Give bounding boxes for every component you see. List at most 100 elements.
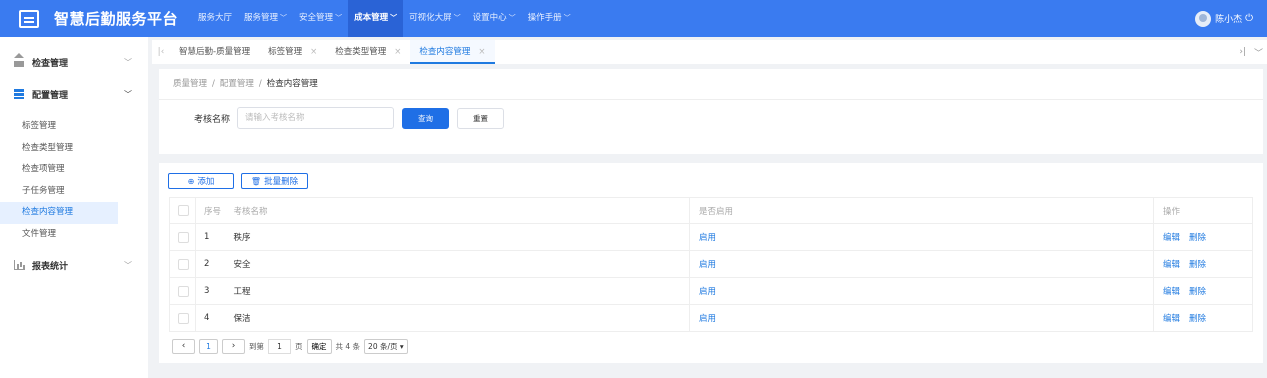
row-checkbox[interactable] <box>178 231 189 243</box>
toolbar: ⊕ 添加 🗑 批量删除 <box>168 173 308 189</box>
goto-page-input[interactable]: 1 <box>268 339 291 354</box>
sidebar-group-config[interactable]: 配置管理 ﹀ <box>0 78 148 110</box>
sidebar: 检查管理 ﹀ 配置管理 ﹀ 标签管理 检查类型管理 检查项管理 子任务管理 检查… <box>0 37 148 378</box>
goto-confirm-button[interactable]: 确定 <box>306 339 332 354</box>
nav-item-service-hall[interactable]: 服务大厅 <box>192 0 238 37</box>
user-name: 陈小杰 <box>1215 15 1243 25</box>
row-status[interactable]: 启用 <box>699 233 716 243</box>
nav-item-manual[interactable]: 操作手册 ﹀ <box>522 0 577 37</box>
close-icon[interactable]: × <box>310 47 317 57</box>
caret-down-icon: ▾ <box>399 342 404 351</box>
row-number: 2 <box>195 250 230 278</box>
edit-link[interactable]: 编辑 <box>1163 233 1180 243</box>
chevron-down-icon: ﹀ <box>453 14 461 22</box>
user-menu[interactable]: 陈小杰 ⏻ <box>1195 0 1253 37</box>
row-name: 保洁 <box>229 304 690 332</box>
search-input[interactable] <box>237 107 395 129</box>
chevron-down-icon: ﹀ <box>390 14 398 22</box>
table-row: 1 秩序 启用 编辑 删除 <box>169 223 1253 251</box>
nav-item-visual-screen[interactable]: 可视化大屏 ﹀ <box>403 0 467 37</box>
breadcrumb: 质量管理 / 配置管理 / 检查内容管理 <box>159 69 1263 100</box>
row-name: 安全 <box>229 250 690 278</box>
chevron-down-icon: ﹀ <box>508 14 516 22</box>
breadcrumb-item[interactable]: 质量管理 <box>173 79 207 89</box>
edit-link[interactable]: 编辑 <box>1163 260 1180 270</box>
delete-link[interactable]: 删除 <box>1189 233 1206 243</box>
nav-item-settings-center[interactable]: 设置中心 ﹀ <box>467 0 522 37</box>
sidebar-item-files[interactable]: 文件管理 <box>0 224 148 246</box>
search-label: 考核名称 <box>194 114 231 125</box>
next-page-button[interactable]: › <box>222 339 245 354</box>
row-number: 3 <box>195 277 230 305</box>
close-icon[interactable]: × <box>478 47 485 57</box>
select-all-checkbox[interactable] <box>178 205 189 216</box>
row-status[interactable]: 启用 <box>699 287 716 297</box>
row-number: 1 <box>195 223 230 251</box>
tab-strip: |‹ 智慧后勤-质量管理 标签管理 × 检查类型管理 × 检查内容管理 × ›| ﹀ <box>152 40 1267 64</box>
goto-suffix: 页 <box>295 342 303 351</box>
data-table: 序号 考核名称 是否启用 操作 1 秩序 启用 编辑 删除 2 安全 启用 编辑删… <box>169 197 1253 332</box>
column-header-actions: 操作 <box>1153 197 1253 224</box>
tab-inspection-content[interactable]: 检查内容管理 × <box>410 40 495 64</box>
tab-tags[interactable]: 标签管理 × <box>259 40 326 64</box>
row-checkbox[interactable] <box>178 258 189 270</box>
nav-item-safety-management[interactable]: 安全管理 ﹀ <box>293 0 348 37</box>
batch-delete-button[interactable]: 🗑 批量删除 <box>241 173 308 189</box>
search-panel: 质量管理/配置管理/检查内容管理 考核名称 查询 重置 <box>159 69 1263 154</box>
chevron-down-icon[interactable]: ﹀ <box>1254 46 1263 59</box>
query-button[interactable]: 查询 <box>402 107 450 129</box>
tab-inspection-types[interactable]: 检查类型管理 × <box>326 40 410 64</box>
row-checkbox[interactable] <box>178 285 189 297</box>
pagination: ‹ 1 › 到第 1 页 确定 共 4 条 20 条/页 ▾ <box>172 339 408 354</box>
table-header-row: 序号 考核名称 是否启用 操作 <box>169 197 1253 224</box>
nav-item-cost-management[interactable]: 成本管理 ﹀ <box>348 0 404 37</box>
table-row: 2 安全 启用 编辑 删除 <box>169 250 1253 278</box>
chevron-down-icon: ﹀ <box>124 89 132 99</box>
power-icon[interactable]: ⏻ <box>1245 13 1253 24</box>
sidebar-item-inspection-types[interactable]: 检查类型管理 <box>0 138 148 160</box>
column-header-name: 考核名称 <box>229 197 690 224</box>
delete-link[interactable]: 删除 <box>1189 314 1206 324</box>
row-checkbox[interactable] <box>178 312 189 324</box>
chevron-down-icon: ﹀ <box>124 57 132 67</box>
row-number: 4 <box>195 304 230 332</box>
column-header-enabled: 是否启用 <box>689 197 1154 224</box>
delete-link[interactable]: 删除 <box>1189 287 1206 297</box>
top-navbar: 智慧后勤服务平台 服务大厅 服务管理 ﹀ 安全管理 ﹀ 成本管理 ﹀ 可视化大屏 ﹀ 设… <box>0 0 1267 37</box>
trash-icon: 🗑 <box>250 176 262 186</box>
config-icon <box>14 89 24 99</box>
add-button[interactable]: ⊕ 添加 <box>168 173 234 189</box>
close-icon[interactable]: × <box>394 47 401 57</box>
chevron-down-icon: ﹀ <box>280 14 288 22</box>
breadcrumb-current: 检查内容管理 <box>266 79 318 89</box>
reset-button[interactable]: 重置 <box>457 107 505 129</box>
table-row: 3 工程 启用 编辑 删除 <box>169 277 1253 305</box>
home-icon <box>14 53 24 67</box>
nav-item-service-management[interactable]: 服务管理 ﹀ <box>238 0 293 37</box>
chevron-down-icon: ﹀ <box>335 14 343 22</box>
goto-prefix: 到第 <box>249 342 264 351</box>
row-status[interactable]: 启用 <box>699 260 716 270</box>
row-status[interactable]: 启用 <box>699 314 716 324</box>
sidebar-group-inspection[interactable]: 检查管理 ﹀ <box>0 46 148 78</box>
sidebar-group-reports[interactable]: 报表统计 ﹀ <box>0 249 148 281</box>
breadcrumb-item[interactable]: 配置管理 <box>220 79 254 89</box>
prev-page-button[interactable]: ‹ <box>172 339 195 354</box>
sidebar-item-tags[interactable]: 标签管理 <box>0 116 148 138</box>
scroll-left-icon[interactable]: |‹ <box>152 47 170 57</box>
sidebar-item-inspection-content[interactable]: 检查内容管理 <box>0 202 118 224</box>
total-count: 共 4 条 <box>335 342 361 351</box>
tab-quality[interactable]: 智慧后勤-质量管理 <box>170 40 259 64</box>
delete-link[interactable]: 删除 <box>1189 260 1206 270</box>
page-size-select[interactable]: 20 条/页 ▾ <box>364 339 408 354</box>
chevron-down-icon: ﹀ <box>124 260 132 270</box>
current-page[interactable]: 1 <box>199 339 218 354</box>
sidebar-item-subtasks[interactable]: 子任务管理 <box>0 181 148 203</box>
scroll-right-icon[interactable]: ›| <box>1239 47 1246 57</box>
plus-circle-icon: ⊕ <box>187 176 195 186</box>
table-panel: ⊕ 添加 🗑 批量删除 序号 考核名称 是否启用 操作 1 秩序 启用 编辑 删除 2 <box>159 163 1263 363</box>
main-nav: 服务大厅 服务管理 ﹀ 安全管理 ﹀ 成本管理 ﹀ 可视化大屏 ﹀ 设置中心 ﹀ 操作手册… <box>192 0 577 37</box>
edit-link[interactable]: 编辑 <box>1163 314 1180 324</box>
sidebar-item-inspection-items[interactable]: 检查项管理 <box>0 159 148 181</box>
edit-link[interactable]: 编辑 <box>1163 287 1180 297</box>
